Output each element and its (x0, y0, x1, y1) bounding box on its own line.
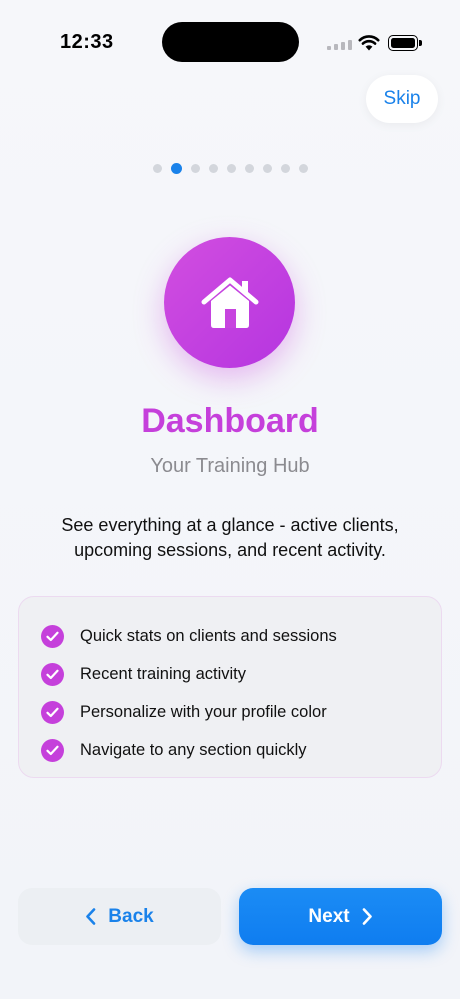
skip-button[interactable]: Skip (366, 75, 438, 123)
next-button[interactable]: Next (239, 888, 442, 945)
checkmark-icon (41, 700, 64, 724)
feature-text: Navigate to any section quickly (80, 740, 307, 759)
page-dot (153, 164, 162, 173)
feature-list: Quick stats on clients and sessions Rece… (18, 596, 442, 778)
wifi-icon (358, 33, 380, 51)
page-title: Dashboard (141, 402, 319, 440)
status-bar: 12:33 (0, 0, 460, 80)
page-dot (281, 164, 290, 173)
feature-text: Quick stats on clients and sessions (80, 626, 337, 645)
chevron-right-icon (362, 908, 372, 925)
back-button[interactable]: Back (18, 888, 221, 945)
house-icon (201, 277, 258, 328)
page-dot-active (171, 163, 182, 174)
feature-text: Recent training activity (80, 664, 246, 683)
next-button-label: Next (308, 905, 350, 927)
page-indicator (0, 163, 460, 174)
battery-icon (388, 35, 422, 51)
chevron-left-icon (86, 908, 96, 925)
page-dot (263, 164, 272, 173)
checkmark-icon (41, 624, 64, 648)
back-button-label: Back (108, 905, 154, 927)
status-time: 12:33 (60, 31, 114, 53)
checkmark-icon (41, 662, 64, 686)
page-description: See everything at a glance - active clie… (61, 515, 399, 560)
dynamic-island (162, 22, 299, 62)
page-dot (227, 164, 236, 173)
page-dot (299, 164, 308, 173)
feature-item: Quick stats on clients and sessions (41, 617, 441, 655)
feature-text: Personalize with your profile color (80, 702, 327, 721)
dashboard-badge (164, 237, 295, 368)
page-dot (245, 164, 254, 173)
signal-icon (327, 38, 355, 50)
feature-item: Personalize with your profile color (41, 693, 441, 731)
page-dot (209, 164, 218, 173)
page-dot (191, 164, 200, 173)
checkmark-icon (41, 738, 64, 762)
feature-item: Navigate to any section quickly (41, 731, 441, 769)
feature-item: Recent training activity (41, 655, 441, 693)
page-subtitle: Your Training Hub (150, 455, 310, 477)
